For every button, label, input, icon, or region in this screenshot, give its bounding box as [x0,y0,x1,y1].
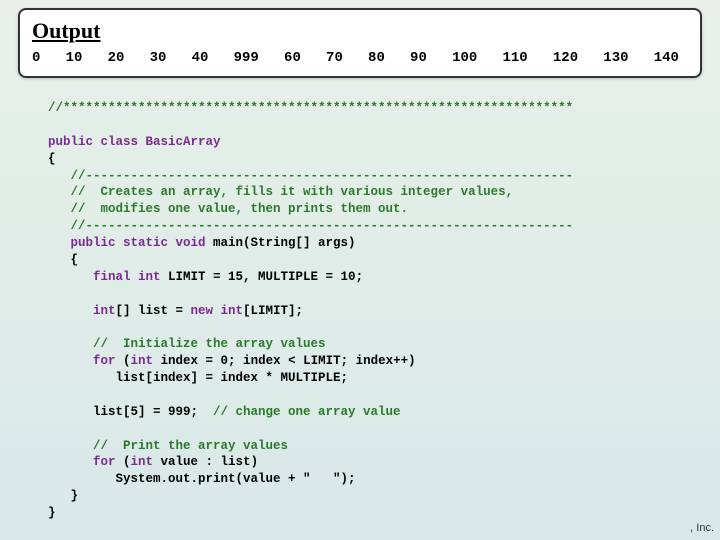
copyright-text: , Inc. [690,522,714,534]
code-token: int [131,455,154,469]
code-token: // change one array value [213,405,401,419]
code-line: { [48,253,78,267]
code-token: int [48,304,116,318]
code-token: [LIMIT]; [243,304,303,318]
code-token: for [48,455,116,469]
output-values: 0 10 20 30 40 999 60 70 80 90 100 110 12… [32,50,688,66]
code-token: ( [116,354,131,368]
code-line: // modifies one value, then prints them … [48,202,408,216]
code-token: ( [116,455,131,469]
output-panel: Output 0 10 20 30 40 999 60 70 80 90 100… [18,8,702,78]
code-token: [] list = [116,304,191,318]
code-line: //**************************************… [48,101,573,115]
code-token: for [48,354,116,368]
code-token: int [131,354,154,368]
code-line: { [48,152,56,166]
code-token: LIMIT = 15, MULTIPLE = 10; [161,270,364,284]
code-token: final int [48,270,161,284]
code-line: } [48,489,78,503]
code-token: public static void [48,236,206,250]
code-line: // Creates an array, fills it with vario… [48,185,513,199]
code-token: main(String[] args) [206,236,356,250]
code-line: // Print the array values [48,439,288,453]
code-token: index = 0; index < LIMIT; index++) [153,354,416,368]
code-listing: //**************************************… [48,100,700,522]
code-line: } [48,506,56,520]
code-line: public class BasicArray [48,135,221,149]
code-token: list[5] = 999; [48,405,213,419]
code-line: System.out.print(value + " "); [48,472,356,486]
code-line: //--------------------------------------… [48,219,573,233]
code-line: list[index] = index * MULTIPLE; [48,371,348,385]
code-token: new int [191,304,244,318]
code-token: value : list) [153,455,258,469]
code-line: //--------------------------------------… [48,169,573,183]
code-line: // Initialize the array values [48,337,326,351]
output-title: Output [32,18,688,44]
